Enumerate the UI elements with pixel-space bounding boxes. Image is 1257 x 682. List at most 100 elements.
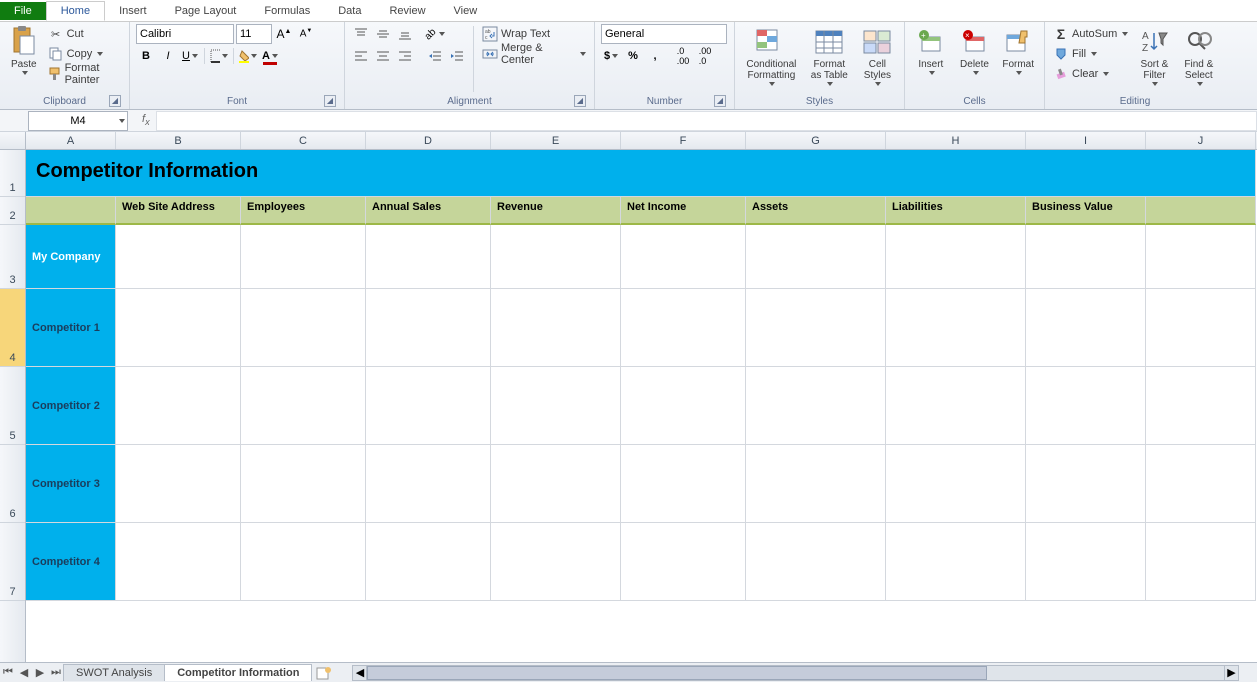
sheet-nav-first[interactable]: ⏮ — [0, 665, 16, 681]
dialog-launcher-alignment[interactable]: ◢ — [574, 95, 586, 107]
cell-E3[interactable] — [491, 225, 621, 289]
align-top-button[interactable] — [351, 24, 371, 44]
cell-C6[interactable] — [241, 445, 366, 523]
decrease-decimal-button[interactable]: .00.0 — [695, 46, 715, 66]
cell-F4[interactable] — [621, 289, 746, 367]
cut-button[interactable]: ✂Cut — [46, 24, 123, 44]
cell-H6[interactable] — [886, 445, 1026, 523]
sheet-nav-next[interactable]: ▶ — [32, 665, 48, 681]
fill-button[interactable]: Fill — [1051, 44, 1130, 64]
cell-D7[interactable] — [366, 523, 491, 601]
format-painter-button[interactable]: Format Painter — [46, 64, 123, 84]
align-middle-button[interactable] — [373, 24, 393, 44]
cell-J6[interactable] — [1146, 445, 1256, 523]
align-right-button[interactable] — [395, 46, 415, 66]
cell-B4[interactable] — [116, 289, 241, 367]
paste-button[interactable]: Paste — [6, 24, 42, 75]
cell-I3[interactable] — [1026, 225, 1146, 289]
cell-C5[interactable] — [241, 367, 366, 445]
cell-C3[interactable] — [241, 225, 366, 289]
column-header-C[interactable]: C — [241, 132, 366, 149]
sheet-tab-swot[interactable]: SWOT Analysis — [63, 664, 165, 681]
bold-button[interactable]: B — [136, 46, 156, 66]
grow-font-button[interactable]: A▲ — [274, 24, 294, 44]
cell-G3[interactable] — [746, 225, 886, 289]
cell-G4[interactable] — [746, 289, 886, 367]
cell-J3[interactable] — [1146, 225, 1256, 289]
align-left-button[interactable] — [351, 46, 371, 66]
cell-H7[interactable] — [886, 523, 1026, 601]
header-liabilities[interactable]: Liabilities — [886, 197, 1026, 225]
tab-data[interactable]: Data — [324, 2, 375, 20]
format-cells-button[interactable]: Format — [998, 24, 1038, 75]
autosum-button[interactable]: ΣAutoSum — [1051, 24, 1130, 44]
cell-F3[interactable] — [621, 225, 746, 289]
tab-home[interactable]: Home — [46, 1, 105, 21]
horizontal-scrollbar[interactable]: ◀▶ — [352, 665, 1239, 681]
row-header-3[interactable]: 3 — [0, 225, 25, 289]
cell-D3[interactable] — [366, 225, 491, 289]
cell-H4[interactable] — [886, 289, 1026, 367]
dialog-launcher-font[interactable]: ◢ — [324, 95, 336, 107]
increase-indent-button[interactable] — [447, 46, 467, 66]
tab-file[interactable]: File — [0, 2, 46, 20]
select-all-corner[interactable] — [0, 132, 26, 149]
tab-page-layout[interactable]: Page Layout — [161, 2, 251, 20]
cell-I6[interactable] — [1026, 445, 1146, 523]
cell-E5[interactable] — [491, 367, 621, 445]
align-bottom-button[interactable] — [395, 24, 415, 44]
row-header-2[interactable]: 2 — [0, 197, 25, 225]
cell-J5[interactable] — [1146, 367, 1256, 445]
merge-center-button[interactable]: Merge & Center — [480, 44, 588, 64]
row-header-7[interactable]: 7 — [0, 523, 25, 601]
header-assets[interactable]: Assets — [746, 197, 886, 225]
column-header-F[interactable]: F — [621, 132, 746, 149]
wrap-text-button[interactable]: abcWrap Text — [480, 24, 588, 44]
header-employees[interactable]: Employees — [241, 197, 366, 225]
company-competitor-2[interactable]: Competitor 2 — [26, 367, 116, 445]
cell-D4[interactable] — [366, 289, 491, 367]
copy-button[interactable]: Copy — [46, 44, 123, 64]
cell-F7[interactable] — [621, 523, 746, 601]
row-header-6[interactable]: 6 — [0, 445, 25, 523]
cell-H5[interactable] — [886, 367, 1026, 445]
tab-formulas[interactable]: Formulas — [250, 2, 324, 20]
comma-button[interactable]: , — [645, 46, 665, 66]
fx-icon[interactable]: fx — [136, 113, 156, 127]
header-blank[interactable] — [26, 197, 116, 225]
company-competitor-1[interactable]: Competitor 1 — [26, 289, 116, 367]
new-sheet-button[interactable] — [316, 665, 332, 681]
cell-E6[interactable] — [491, 445, 621, 523]
decrease-indent-button[interactable] — [425, 46, 445, 66]
border-button[interactable] — [209, 46, 229, 66]
cell-C7[interactable] — [241, 523, 366, 601]
cell-G5[interactable] — [746, 367, 886, 445]
cell-D6[interactable] — [366, 445, 491, 523]
company-my-company[interactable]: My Company — [26, 225, 116, 289]
column-header-A[interactable]: A — [26, 132, 116, 149]
column-header-I[interactable]: I — [1026, 132, 1146, 149]
cell-C4[interactable] — [241, 289, 366, 367]
cells-area[interactable]: Competitor InformationWeb Site AddressEm… — [26, 150, 1257, 662]
tab-view[interactable]: View — [440, 2, 492, 20]
clear-button[interactable]: Clear — [1051, 64, 1130, 84]
italic-button[interactable]: I — [158, 46, 178, 66]
font-size-select[interactable] — [236, 24, 272, 44]
dialog-launcher-number[interactable]: ◢ — [714, 95, 726, 107]
tab-insert[interactable]: Insert — [105, 2, 161, 20]
header-col-j[interactable] — [1146, 197, 1256, 225]
cell-styles-button[interactable]: CellStyles — [857, 24, 898, 86]
cell-E7[interactable] — [491, 523, 621, 601]
cell-B6[interactable] — [116, 445, 241, 523]
header-net-income[interactable]: Net Income — [621, 197, 746, 225]
header-annual-sales[interactable]: Annual Sales — [366, 197, 491, 225]
column-header-G[interactable]: G — [746, 132, 886, 149]
sheet-tab-competitor[interactable]: Competitor Information — [164, 664, 312, 681]
cell-B7[interactable] — [116, 523, 241, 601]
percent-button[interactable]: % — [623, 46, 643, 66]
column-header-H[interactable]: H — [886, 132, 1026, 149]
fill-color-button[interactable] — [238, 46, 258, 66]
row-header-1[interactable]: 1 — [0, 150, 25, 197]
cell-E4[interactable] — [491, 289, 621, 367]
column-header-J[interactable]: J — [1146, 132, 1256, 149]
